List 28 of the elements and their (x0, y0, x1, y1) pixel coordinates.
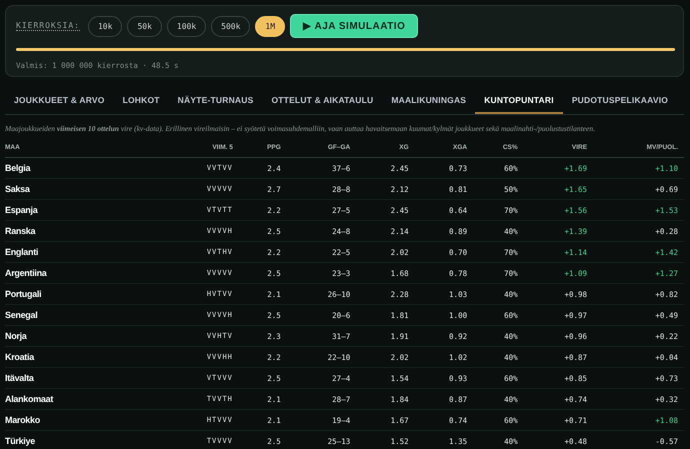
team-name: Senegal (5, 304, 161, 326)
tab[interactable]: PUDOTUSPELIKAAVIO (562, 90, 678, 114)
team-name: Norja (5, 326, 161, 346)
rounds-option[interactable]: 50k (127, 16, 162, 36)
tab[interactable]: JOUKKUEET & ARVO (5, 90, 114, 114)
tab[interactable]: MAALIKUNINGAS (382, 90, 476, 114)
team-name: Marokko (5, 410, 161, 430)
team-name: Ranska (5, 220, 161, 242)
team-name: Englanti (5, 242, 161, 262)
rounds-option[interactable]: 10k (88, 16, 122, 36)
team-name: Itävalta (5, 368, 161, 388)
tab[interactable]: NÄYTE-TURNAUS (168, 90, 262, 114)
tab[interactable]: KUNTOPUNTARI (475, 90, 563, 114)
team-name: Kroatia (5, 346, 161, 368)
rounds-label: KIERROKSIA: (16, 21, 80, 31)
team-name: Belgia (5, 158, 161, 178)
rounds-option[interactable]: 100k (166, 16, 206, 36)
team-name: Saksa (5, 178, 161, 200)
tab[interactable]: LOHKOT (114, 90, 169, 114)
team-name: Argentiina (5, 262, 161, 284)
tab[interactable]: OTTELUT & AIKATAULU (262, 90, 382, 114)
team-name: Espanja (5, 200, 161, 220)
rounds-option[interactable]: 1M (255, 16, 286, 36)
run-simulation-button[interactable]: ▶ AJA SIMULAATIO (290, 14, 418, 38)
team-name: Portugali (5, 284, 161, 304)
rounds-option[interactable]: 500k (211, 16, 250, 36)
team-name: Türkiye (5, 430, 161, 449)
team-name: Alankomaat (5, 388, 161, 410)
